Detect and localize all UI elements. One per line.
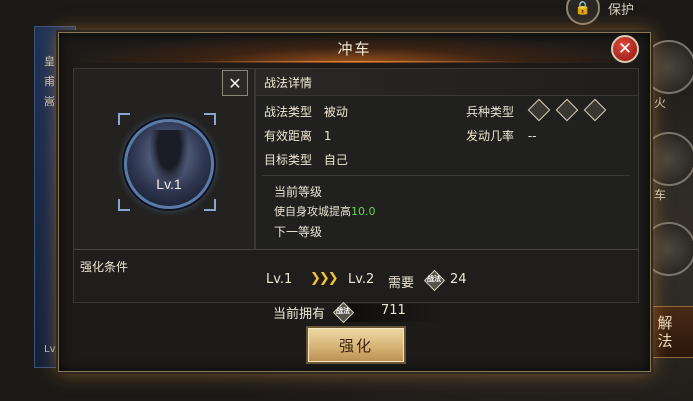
enhance-button[interactable]: 强化 [306,326,406,364]
detail-value: 1 [323,129,332,143]
background-general-name-1: 皇 [44,55,55,68]
current-effect: 使自身攻城提高10.0 [274,203,376,219]
detail-row-range: 有效距离 1 [264,127,331,144]
horse-troop-icon [583,98,607,122]
background-side-text-1: 火 [654,96,667,110]
frame-corner [118,113,130,125]
detail-value: 自己 [323,153,348,167]
detail-close-button[interactable]: ✕ [222,70,248,96]
close-button[interactable]: ✕ [611,35,639,63]
frame-corner [118,199,130,211]
protect-label: 保护 [608,2,635,18]
detail-row-target: 目标类型 自己 [264,151,348,168]
current-effect-value: 10.0 [351,205,376,218]
need-label: 需要 [388,276,415,291]
trigger-rate-label: 发动几率 [466,129,515,143]
details-header-label: 战法详情 [264,76,313,90]
enhance-condition-label: 强化条件 [80,260,129,274]
skill-detail-modal: 冲车 ✕ Lv.1 ✕ 战法详情 战法类型 被动 有效距离 1 目标类型 自己 … [58,32,651,372]
bow-troop-icon [555,98,579,122]
frame-corner [204,113,216,125]
details-header: 战法详情 [256,69,638,96]
troop-type-label: 兵种类型 [466,105,515,119]
to-level: Lv.2 [348,272,375,287]
shield-troop-icon [527,98,551,122]
close-icon: ✕ [617,39,633,59]
current-effect-text: 使自身攻城提高 [274,205,351,218]
from-level: Lv.1 [266,272,293,287]
detail-label: 战法类型 [264,105,313,119]
detail-label: 目标类型 [264,153,313,167]
current-level-label: 当前等级 [274,185,323,199]
unlock-label-2: 法 [657,332,673,350]
triple-chevron-icon: ❯❯❯ [310,271,339,286]
frame-corner [204,199,216,211]
background-general-name-3: 嵩 [44,95,55,108]
next-level-label: 下一等级 [274,225,323,239]
tactic-coin-icon: 战法 [423,269,445,291]
enhance-cost: 24 [450,272,467,287]
divider [262,175,630,176]
modal-title: 冲车 [337,40,372,58]
background-protect-button: 🔒 保护 [566,0,676,25]
owned-label: 当前拥有 [273,307,326,322]
title-underline [179,61,529,62]
skill-icon: Lv.1 [124,119,214,209]
enhance-condition-panel: 强化条件 Lv.1 ❯❯❯ Lv.2 需要 战法 24 [73,249,639,303]
tactic-coin-icon: 战法 [332,301,354,323]
background-general-name-2: 甫 [44,75,55,88]
lock-icon: 🔒 [566,0,600,25]
unlock-label-1: 解 [657,314,673,332]
owned-value-bar [345,304,493,322]
skill-details-panel: 战法详情 战法类型 被动 有效距离 1 目标类型 自己 兵种类型 发动几率 --… [255,68,639,278]
detail-value: 被动 [323,105,348,119]
trigger-rate-value: -- [527,129,537,143]
owned-value: 711 [381,303,406,318]
detail-label: 有效距离 [264,129,313,143]
skill-icon-panel: Lv.1 [73,68,255,278]
trigger-rate-row: 发动几率 -- [466,127,537,144]
skill-level-badge: Lv.1 [156,176,182,192]
background-general-level: Lv. [44,344,58,355]
background-side-text-2: 车 [654,188,667,202]
detail-row-type: 战法类型 被动 [264,103,348,120]
close-icon: ✕ [228,73,242,93]
